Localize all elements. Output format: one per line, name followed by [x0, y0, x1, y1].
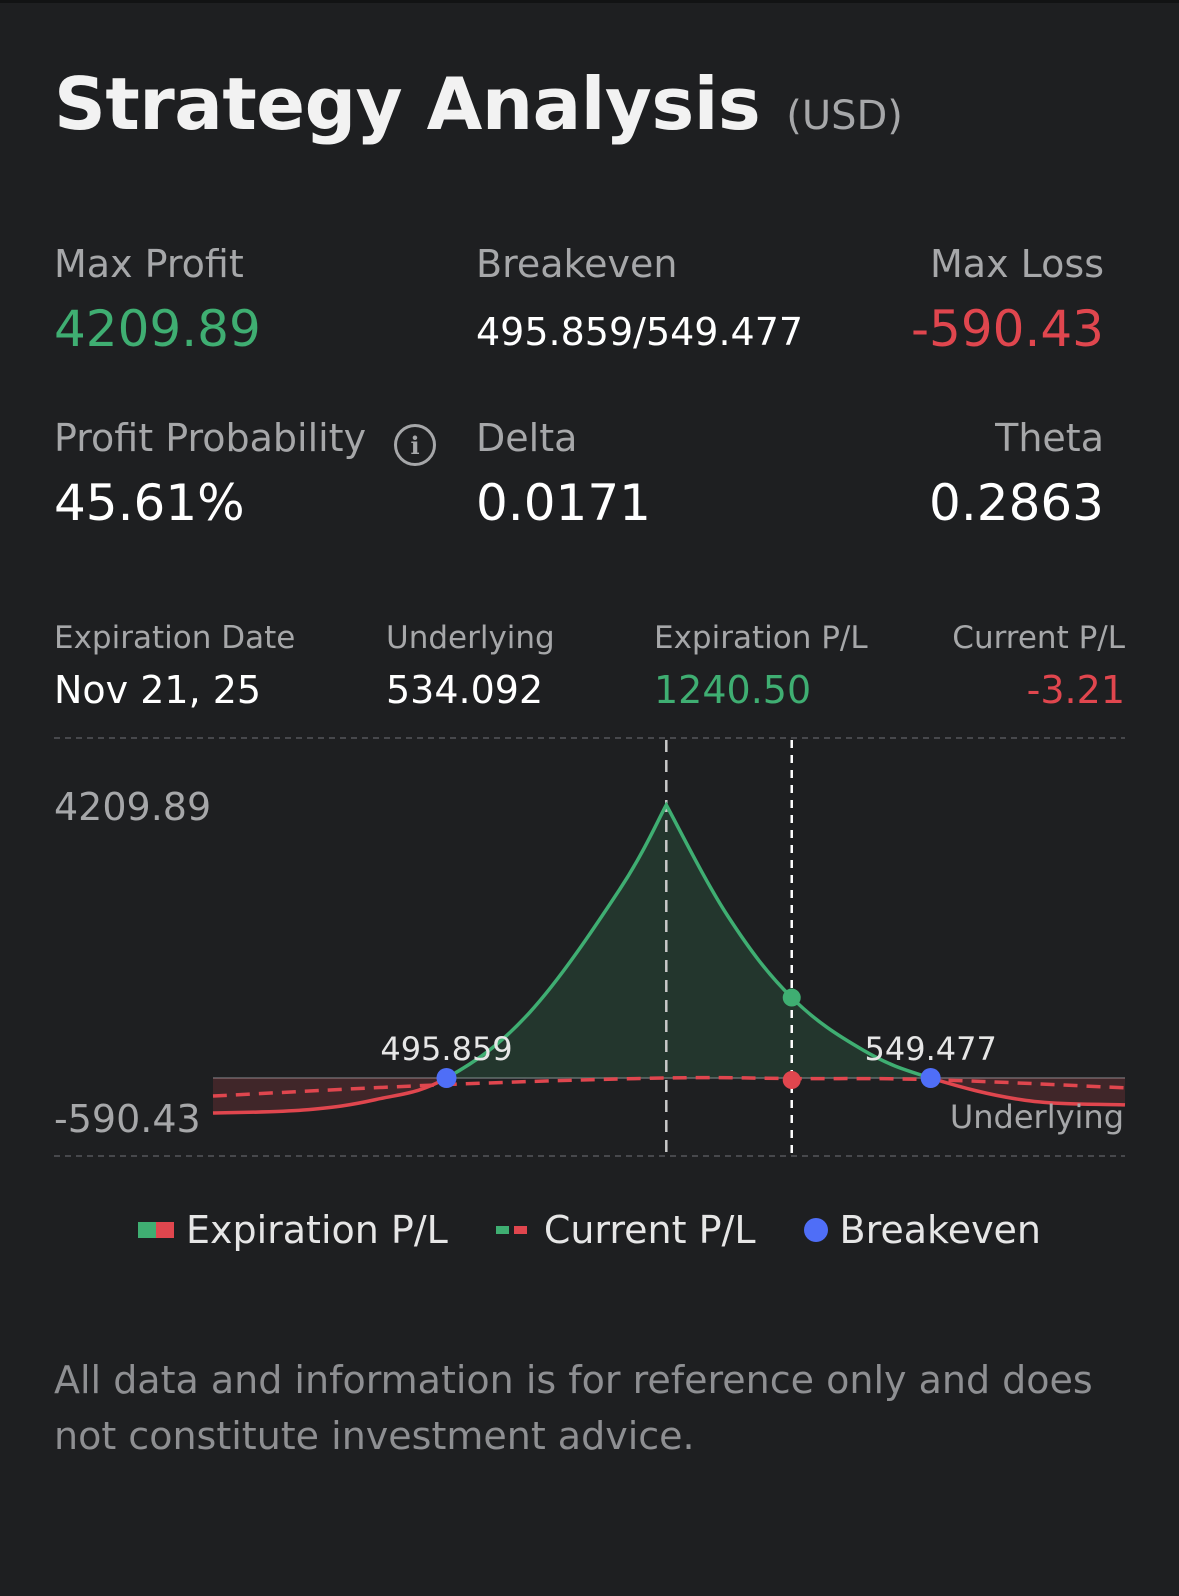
- y-tick-min: -590.43: [54, 1097, 201, 1141]
- breakeven-label-1: 549.477: [864, 1030, 996, 1068]
- underlying-current-marker: [782, 1071, 801, 1089]
- x-axis-label: Underlying: [950, 1098, 1124, 1136]
- breakeven-marker-0: [436, 1068, 457, 1088]
- legend-current: Current P/L: [495, 1208, 756, 1252]
- y-tick-max: 4209.89: [54, 785, 211, 829]
- expiration-swatch-icon: [137, 1222, 174, 1238]
- breakeven-dot-icon: [803, 1218, 828, 1242]
- chart-legend: Expiration P/L Current P/L Breakeven: [0, 1208, 1179, 1252]
- current-swatch-icon: [495, 1226, 532, 1234]
- breakeven-label-0: 495.859: [380, 1030, 512, 1068]
- breakeven-marker-1: [920, 1068, 941, 1088]
- disclaimer-text: All data and information is for referenc…: [54, 1358, 1093, 1458]
- legend-expiration-label: Expiration P/L: [185, 1208, 448, 1252]
- legend-breakeven: Breakeven: [803, 1208, 1042, 1252]
- legend-expiration: Expiration P/L: [137, 1208, 448, 1252]
- legend-current-label: Current P/L: [543, 1208, 756, 1252]
- underlying-expiration-marker: [782, 988, 801, 1007]
- pl-chart[interactable]: 4209.89 -590.43 495.859 549.477 Underlyin…: [0, 0, 1179, 1180]
- legend-breakeven-label: Breakeven: [839, 1208, 1042, 1252]
